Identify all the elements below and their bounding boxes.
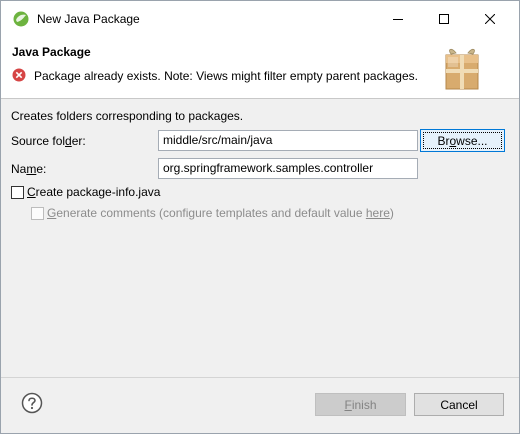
cancel-button[interactable]: Cancel bbox=[414, 393, 504, 416]
window-title: New Java Package bbox=[37, 12, 140, 26]
finish-button[interactable]: Finish bbox=[315, 393, 406, 416]
source-folder-label: Source folder: bbox=[11, 134, 86, 148]
generate-comments-label: Generate comments (configure templates a… bbox=[47, 206, 394, 220]
error-icon bbox=[12, 68, 26, 82]
wizard-title: Java Package bbox=[12, 45, 91, 59]
maximize-icon bbox=[439, 13, 449, 24]
error-message: Package already exists. Note: Views migh… bbox=[34, 69, 418, 83]
eclipse-spring-icon bbox=[13, 11, 29, 27]
create-package-info-label: Create package-info.java bbox=[27, 185, 161, 199]
source-folder-input[interactable]: middle/src/main/java bbox=[158, 130, 418, 151]
close-icon bbox=[485, 13, 495, 24]
wizard-banner: Java Package Package already exists. Not… bbox=[1, 36, 519, 99]
minimize-button[interactable] bbox=[375, 1, 421, 36]
generate-comments-checkbox bbox=[31, 206, 44, 220]
maximize-button[interactable] bbox=[421, 1, 467, 36]
minimize-icon bbox=[393, 18, 403, 20]
wizard-description: Creates folders corresponding to package… bbox=[11, 109, 244, 123]
footer-divider bbox=[1, 377, 519, 378]
help-icon[interactable] bbox=[21, 392, 43, 414]
create-package-info-checkbox[interactable] bbox=[11, 185, 24, 199]
package-icon bbox=[445, 48, 479, 90]
create-package-info-option[interactable]: Create package-info.java bbox=[11, 185, 160, 199]
title-bar: New Java Package bbox=[1, 1, 519, 36]
browse-button[interactable]: Browse... bbox=[420, 129, 505, 152]
new-java-package-dialog: New Java Package Java Package Package al… bbox=[0, 0, 520, 434]
focus-rectangle bbox=[423, 132, 502, 149]
generate-comments-option: Generate comments (configure templates a… bbox=[31, 206, 394, 220]
package-name-label: Name: bbox=[11, 162, 47, 176]
close-button[interactable] bbox=[467, 1, 513, 36]
configure-templates-link[interactable]: here bbox=[366, 206, 390, 220]
package-name-input[interactable]: org.springframework.samples.controller bbox=[158, 158, 418, 179]
